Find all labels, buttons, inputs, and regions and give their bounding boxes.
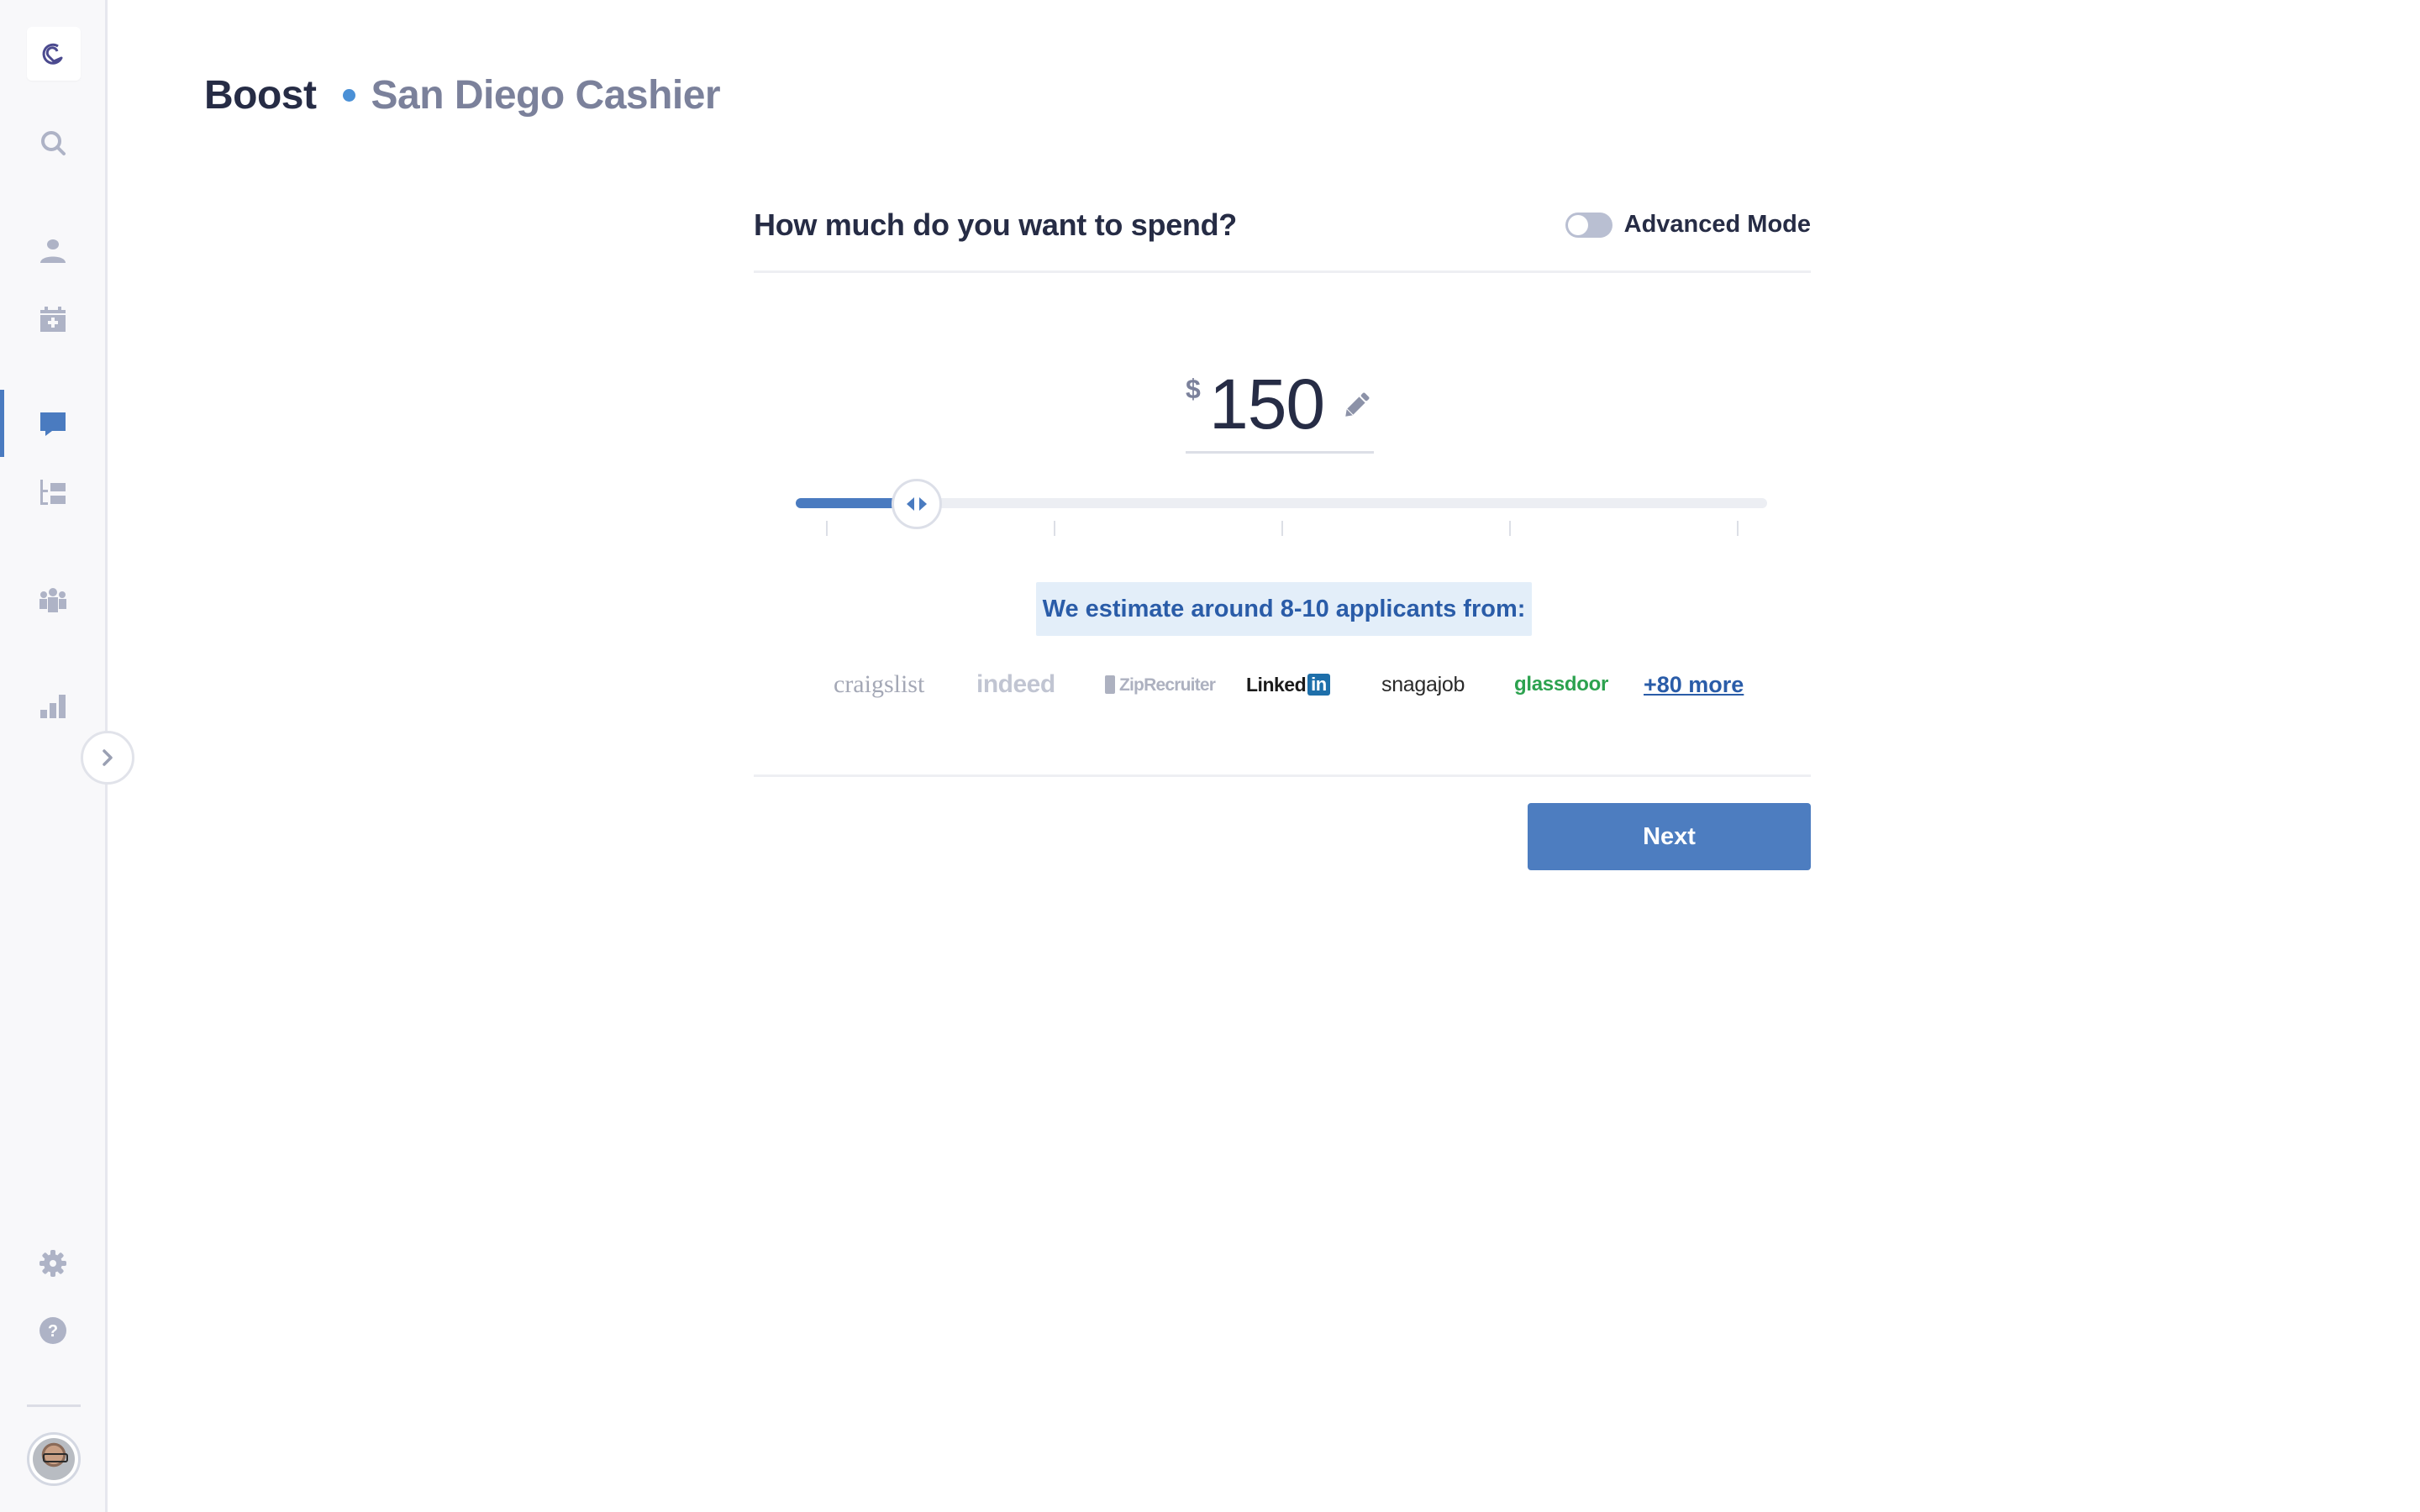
drag-arrows-icon	[907, 497, 928, 511]
sidebar-item-messages[interactable]	[0, 390, 105, 457]
footer-divider	[754, 774, 1811, 777]
header-divider	[754, 270, 1811, 273]
slider-tick	[1737, 521, 1739, 536]
sidebar-expand-button[interactable]	[81, 731, 134, 785]
sidebar-item-search[interactable]	[0, 118, 105, 168]
brand-logo[interactable]	[27, 27, 81, 81]
page-header: Boost San Diego Cashier	[204, 67, 721, 123]
hierarchy-list-icon	[39, 480, 66, 505]
edit-amount-button[interactable]	[1339, 389, 1373, 423]
slider-thumb[interactable]	[892, 479, 943, 529]
slider-tick	[1509, 521, 1511, 536]
sidebar-item-reports[interactable]	[0, 680, 105, 731]
calendar-plus-icon	[39, 307, 66, 332]
svg-text:?: ?	[47, 1322, 57, 1341]
sidebar-item-settings[interactable]	[0, 1238, 105, 1289]
sidebar-item-candidates[interactable]	[0, 225, 105, 276]
job-board-logos: craigslist indeed ZipRecruiter Linked in …	[796, 664, 1770, 706]
pencil-icon	[1345, 392, 1370, 417]
chevron-right-icon	[103, 749, 113, 766]
chair-icon	[1105, 675, 1115, 694]
next-button[interactable]: Next	[1528, 803, 1811, 870]
bar-chart-icon	[39, 695, 66, 718]
job-title: San Diego Cashier	[371, 72, 721, 118]
indeed-logo: indeed	[976, 670, 1055, 698]
linkedin-text: Linked	[1246, 673, 1307, 696]
currency-symbol: $	[1186, 374, 1201, 404]
search-icon	[40, 131, 66, 155]
slider-tick	[1054, 521, 1055, 536]
estimate-text: We estimate around 8-10 applicants from:	[1042, 595, 1526, 622]
linkedin-in-badge: in	[1307, 674, 1330, 696]
brand-logo-icon	[42, 43, 63, 65]
spend-question: How much do you want to spend?	[754, 207, 1237, 242]
glassdoor-logo: glassdoor	[1514, 673, 1608, 696]
avatar-photo	[33, 1438, 75, 1480]
sidebar-divider	[27, 1404, 81, 1407]
slider-tick	[1281, 521, 1283, 536]
chat-bubble-icon	[39, 412, 66, 436]
ziprecruiter-text: ZipRecruiter	[1119, 675, 1216, 695]
user-avatar[interactable]	[27, 1432, 81, 1486]
slider-tick	[826, 521, 828, 536]
toggle-switch[interactable]	[1565, 212, 1612, 238]
budget-amount[interactable]: 150	[1209, 369, 1325, 439]
page-title: Boost	[204, 72, 317, 118]
team-icon	[39, 588, 66, 612]
title-separator-dot	[343, 88, 356, 102]
linkedin-logo: Linked in	[1246, 674, 1330, 696]
sidebar-item-team[interactable]	[0, 575, 105, 625]
boost-form: How much do you want to spend? Advanced …	[754, 193, 1811, 870]
help-icon: ?	[39, 1317, 66, 1344]
sidebar-item-help[interactable]: ?	[0, 1305, 105, 1356]
budget-slider[interactable]	[796, 479, 1767, 546]
budget-amount-field[interactable]: $ 150	[1186, 365, 1374, 454]
applicant-estimate-banner: We estimate around 8-10 applicants from:	[1036, 582, 1532, 636]
person-icon	[39, 239, 66, 263]
snagajob-logo: snagajob	[1381, 672, 1465, 696]
ziprecruiter-logo: ZipRecruiter	[1105, 675, 1216, 695]
craigslist-logo: craigslist	[834, 670, 925, 698]
gear-icon	[39, 1250, 66, 1277]
advanced-mode-label: Advanced Mode	[1623, 211, 1811, 238]
sidebar-item-calendar[interactable]	[0, 294, 105, 344]
advanced-mode-toggle[interactable]: Advanced Mode	[1565, 211, 1811, 239]
sidebar-item-pipeline[interactable]	[0, 467, 105, 517]
more-job-boards-link[interactable]: +80 more	[1644, 673, 1744, 696]
question-row: How much do you want to spend? Advanced …	[754, 193, 1811, 256]
